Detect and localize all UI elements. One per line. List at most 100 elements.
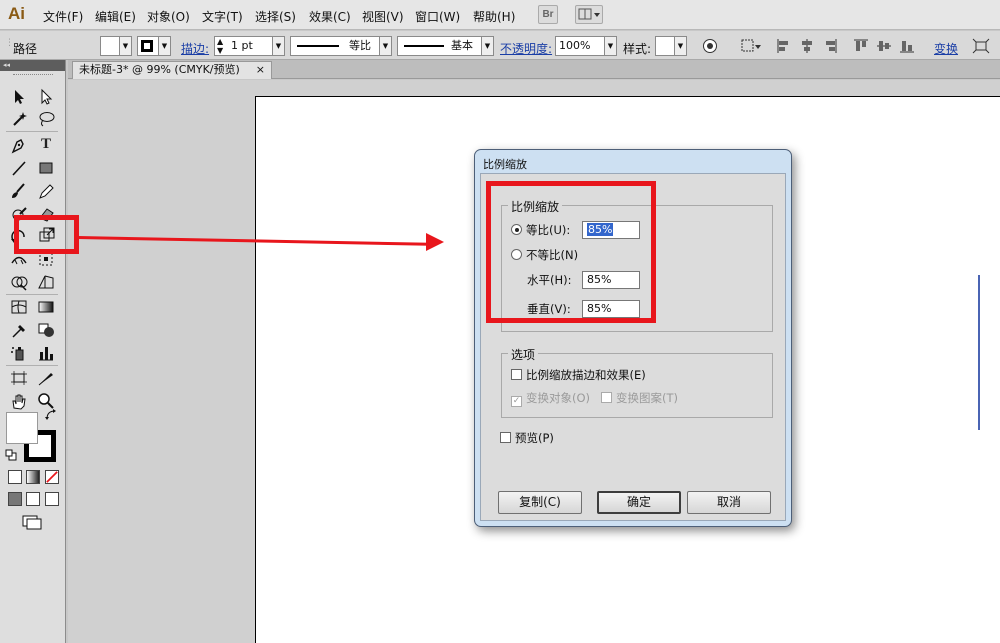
blend-tool-icon[interactable] bbox=[36, 321, 56, 339]
menu-type[interactable]: 文字(T) bbox=[202, 8, 243, 25]
align-to-selection-icon[interactable] bbox=[740, 38, 762, 54]
preview-checkbox[interactable] bbox=[500, 432, 511, 443]
preview-row[interactable]: 预览(P) bbox=[500, 431, 554, 446]
paintbrush-tool-icon[interactable] bbox=[9, 182, 29, 200]
align-left-icon[interactable] bbox=[776, 38, 792, 54]
opacity-link[interactable]: 不透明度: bbox=[500, 40, 552, 57]
arrange-documents-icon bbox=[578, 8, 600, 20]
opacity-input[interactable]: 100% ▼ bbox=[555, 36, 617, 56]
lasso-tool-icon[interactable] bbox=[36, 110, 56, 128]
align-top-icon[interactable] bbox=[853, 38, 869, 54]
stroke-panel-link[interactable]: 描边: bbox=[181, 40, 209, 57]
recolor-artwork-icon[interactable] bbox=[702, 38, 718, 54]
gradient-mode-icon[interactable] bbox=[26, 470, 40, 484]
document-tab[interactable]: 未标题-3* @ 99% (CMYK/预览) × bbox=[72, 61, 272, 79]
bridge-button[interactable]: Br bbox=[538, 5, 558, 24]
stroke-color-picker[interactable]: ▼ bbox=[137, 36, 171, 56]
variable-width-profile-dropdown[interactable]: 等比 ▼ bbox=[290, 36, 392, 56]
draw-inside-icon[interactable] bbox=[45, 492, 59, 506]
fill-color-swatch[interactable] bbox=[6, 412, 38, 444]
color-mode-icon[interactable] bbox=[8, 470, 22, 484]
gradient-tool-icon[interactable] bbox=[36, 298, 56, 316]
scale-strokes-row[interactable]: 比例缩放描边和效果(E) bbox=[511, 368, 646, 383]
graphic-style-picker[interactable]: ▼ bbox=[655, 36, 687, 56]
annotation-arrow-head bbox=[426, 233, 444, 251]
rectangle-tool-icon[interactable] bbox=[36, 159, 56, 177]
fill-color-picker[interactable]: ▼ bbox=[100, 36, 132, 56]
zoom-tool-icon[interactable] bbox=[36, 392, 56, 410]
brush-definition-value: 基本 bbox=[451, 39, 473, 52]
opacity-value: 100% bbox=[559, 39, 591, 52]
menu-edit[interactable]: 编辑(E) bbox=[95, 8, 136, 25]
menu-select[interactable]: 选择(S) bbox=[255, 8, 296, 25]
brush-definition-dropdown[interactable]: 基本 ▼ bbox=[397, 36, 494, 56]
stroke-weight-input[interactable]: ▲ ▼ 1 pt ▼ bbox=[214, 36, 285, 56]
panel-grip[interactable] bbox=[12, 74, 53, 77]
eyedropper-tool-icon[interactable] bbox=[9, 321, 29, 339]
chevron-down-icon: ▼ bbox=[674, 37, 686, 55]
type-tool-icon[interactable]: T bbox=[36, 136, 56, 154]
toolbox-divider bbox=[6, 365, 58, 366]
menu-object[interactable]: 对象(O) bbox=[147, 8, 190, 25]
menu-view[interactable]: 视图(V) bbox=[362, 8, 404, 25]
copy-button[interactable]: 复制(C) bbox=[498, 491, 582, 514]
stroke-line-icon bbox=[297, 45, 339, 47]
stepper-icon[interactable]: ▲ ▼ bbox=[217, 37, 223, 55]
selection-tool-icon[interactable] bbox=[9, 88, 29, 106]
chevron-down-icon: ▼ bbox=[379, 37, 391, 55]
artboard-tool-icon[interactable] bbox=[9, 369, 29, 387]
menu-file[interactable]: 文件(F) bbox=[43, 8, 83, 25]
direct-selection-tool-icon[interactable] bbox=[36, 88, 56, 106]
perspective-grid-tool-icon[interactable] bbox=[36, 273, 56, 291]
none-mode-icon[interactable] bbox=[45, 470, 59, 484]
selected-path-edge[interactable] bbox=[977, 275, 980, 430]
symbol-sprayer-tool-icon[interactable] bbox=[9, 344, 29, 362]
cancel-button[interactable]: 取消 bbox=[687, 491, 771, 514]
chevron-down-icon: ▼ bbox=[272, 37, 284, 55]
close-icon[interactable]: × bbox=[256, 62, 265, 78]
tools-panel-header[interactable]: ◂◂ bbox=[0, 60, 65, 71]
align-center-horizontal-icon[interactable] bbox=[799, 38, 815, 54]
line-segment-tool-icon[interactable] bbox=[9, 159, 29, 177]
menu-window[interactable]: 窗口(W) bbox=[415, 8, 460, 25]
document-tab-bar: 未标题-3* @ 99% (CMYK/预览) × bbox=[68, 60, 1000, 79]
chevron-down-icon: ▼ bbox=[119, 37, 131, 55]
transform-patterns-row: 变换图案(T) bbox=[601, 391, 678, 406]
transform-panel-link[interactable]: 变换 bbox=[934, 40, 958, 57]
default-fill-stroke-icon[interactable] bbox=[5, 449, 17, 461]
magic-wand-tool-icon[interactable] bbox=[9, 110, 29, 128]
swap-fill-stroke-icon[interactable] bbox=[45, 409, 57, 421]
document-tab-title: 未标题-3* @ 99% (CMYK/预览) bbox=[79, 63, 240, 76]
change-screen-mode-icon[interactable] bbox=[21, 514, 43, 530]
hand-tool-icon[interactable] bbox=[9, 392, 29, 410]
control-bar: ⋮ 路径 ▼ ▼ 描边: ▲ ▼ 1 pt ▼ 等比 ▼ 基本 ▼ 不透明度: 1… bbox=[0, 31, 1000, 60]
shape-builder-tool-icon[interactable] bbox=[9, 273, 29, 291]
app-logo: Ai bbox=[8, 4, 25, 23]
draw-behind-icon[interactable] bbox=[26, 492, 40, 506]
chevron-down-icon: ▼ bbox=[604, 37, 616, 55]
menu-help[interactable]: 帮助(H) bbox=[473, 8, 515, 25]
mesh-tool-icon[interactable] bbox=[9, 298, 29, 316]
scale-tool-highlight bbox=[14, 215, 79, 254]
chevron-down-icon: ▼ bbox=[481, 37, 493, 55]
menu-effect[interactable]: 效果(C) bbox=[309, 8, 351, 25]
scale-strokes-checkbox[interactable] bbox=[511, 369, 522, 380]
transform-patterns-checkbox bbox=[601, 392, 612, 403]
ok-button[interactable]: 确定 bbox=[597, 491, 681, 514]
column-graph-tool-icon[interactable] bbox=[36, 344, 56, 362]
arrange-documents-button[interactable] bbox=[575, 5, 603, 24]
tools-panel: ◂◂ T bbox=[0, 60, 66, 643]
draw-normal-icon[interactable] bbox=[8, 492, 22, 506]
pencil-tool-icon[interactable] bbox=[36, 182, 56, 200]
isolate-selected-icon[interactable] bbox=[972, 38, 990, 54]
options-group: 选项 比例缩放描边和效果(E) ✓ 变换对象(O) 变换图案(T) bbox=[501, 346, 773, 418]
align-bottom-icon[interactable] bbox=[899, 38, 915, 54]
slice-tool-icon[interactable] bbox=[36, 369, 56, 387]
collapse-panel-icon[interactable]: ◂◂ bbox=[3, 61, 10, 69]
style-label: 样式: bbox=[623, 42, 652, 56]
pen-tool-icon[interactable] bbox=[9, 136, 29, 154]
align-right-icon[interactable] bbox=[822, 38, 838, 54]
toolbox-divider bbox=[6, 131, 58, 132]
align-center-vertical-icon[interactable] bbox=[876, 38, 892, 54]
stroke-swatch-icon bbox=[141, 40, 153, 52]
